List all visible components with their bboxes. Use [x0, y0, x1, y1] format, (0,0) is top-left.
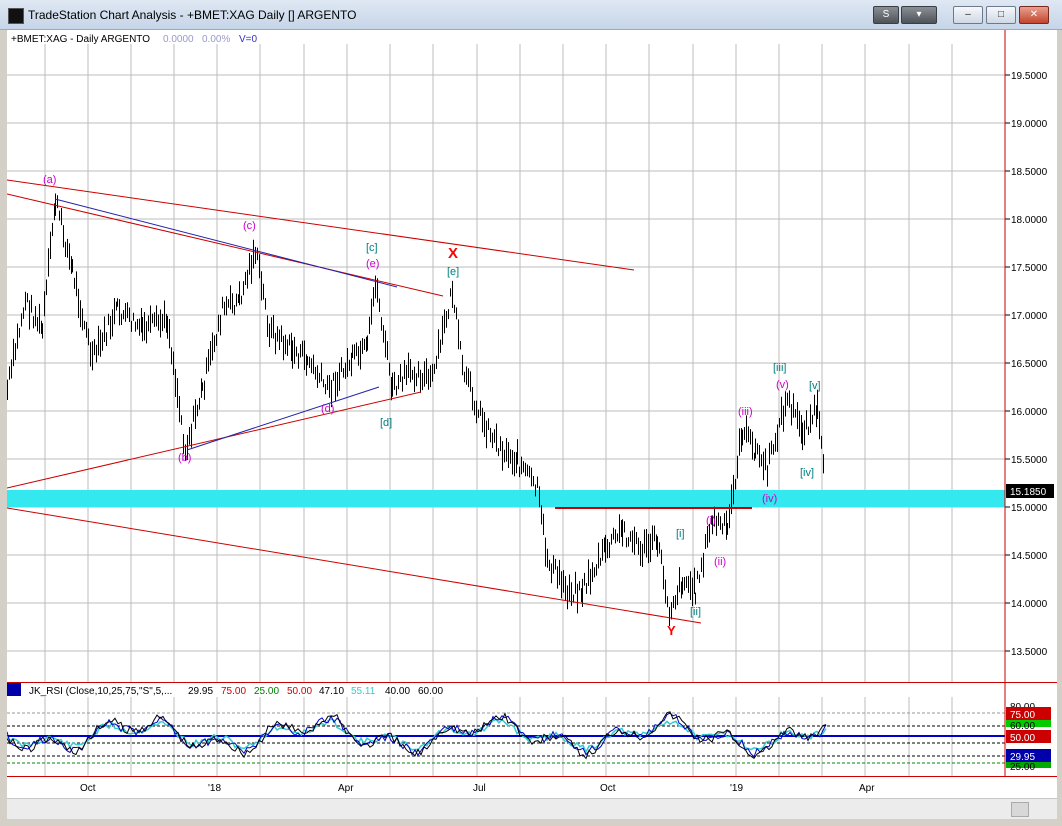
scrollbar-thumb[interactable] [1011, 802, 1029, 817]
wave-label-c: (c) [243, 220, 256, 232]
price-axis: 19.5000 19.0000 18.5000 18.0000 17.5000 17.00… [1011, 71, 1048, 658]
time-label-apr: Apr [338, 783, 354, 794]
price-tick-label: 18.0000 [1011, 215, 1048, 226]
channel-upper-line [6, 179, 635, 271]
time-label-18: '18 [208, 783, 221, 794]
wave-label-ii: (ii) [714, 556, 726, 568]
rsi-value-6: 55.11 [351, 686, 376, 697]
rsi-axis: 80.00 75.00 60.00 50.00 29.95 25.00 [1006, 702, 1051, 773]
rsi-value-5: 47.10 [319, 686, 344, 697]
time-label-19: '19 [730, 783, 743, 794]
wave-label-bracket-iii: [iii] [773, 362, 786, 374]
price-chart[interactable]: (a) (b) (c) (d) (e) [c] [d] [e] X Y [i] … [6, 30, 1057, 682]
rsi-legend-swatch [7, 683, 21, 696]
time-label-jul: Jul [473, 783, 486, 794]
triangle-lower-red-line [6, 391, 422, 489]
rsi-axis-obscured-low: 25.00 [1010, 762, 1035, 773]
rsi-grid [7, 697, 1005, 776]
price-chart-pane[interactable]: (a) (b) (c) (d) (e) [c] [d] [e] X Y [i] … [6, 30, 1057, 683]
price-tick-label: 16.5000 [1011, 359, 1048, 370]
wave-label-b: (b) [178, 452, 191, 464]
price-tick-label: 17.0000 [1011, 311, 1048, 322]
triangle-upper-blue-line [54, 198, 398, 288]
app-icon [8, 8, 24, 24]
chart-symbol: +BMET:XAG - Daily ARGENTO [11, 34, 150, 45]
wave-label-y: Y [667, 623, 676, 638]
maximize-button[interactable]: □ [986, 6, 1016, 24]
rsi-value-4: 50.00 [287, 686, 312, 697]
price-tick-label: 15.5000 [1011, 455, 1048, 466]
rsi-header: JK_RSI (Close,10,25,75,"S",5,... 29.95 7… [29, 686, 443, 697]
price-tick-label: 13.5000 [1011, 647, 1048, 658]
minimize-button[interactable]: – [953, 6, 983, 24]
rsi-value-2: 75.00 [221, 686, 246, 697]
time-label-apr2: Apr [859, 783, 875, 794]
wave-label-v: (v) [776, 379, 789, 391]
title-bar: TradeStation Chart Analysis - +BMET:XAG … [0, 0, 1062, 30]
rsi-badge-top-text: 75.00 [1010, 710, 1035, 721]
chart-pct-change: 0.00% [202, 34, 230, 45]
symbol-link-button[interactable]: S [873, 6, 899, 24]
rsi-badge-mid-text: 50.00 [1010, 733, 1035, 744]
triangle-lower-blue-line [186, 386, 380, 451]
rsi-chart[interactable]: JK_RSI (Close,10,25,75,"S",5,... 29.95 7… [6, 683, 1057, 776]
wave-label-bracket-ii: [ii] [690, 606, 701, 618]
time-label-oct: Oct [80, 783, 96, 794]
wave-label-i: (i) [706, 515, 716, 527]
wave-label-bracket-e: [e] [447, 266, 459, 278]
wave-label-bracket-d: [d] [380, 417, 392, 429]
rsi-value-3: 25.00 [254, 686, 279, 697]
price-tick-label: 14.5000 [1011, 551, 1048, 562]
close-button[interactable]: ✕ [1019, 6, 1049, 24]
wave-label-e: (e) [366, 258, 379, 270]
wave-label-bracket-v: [v] [809, 380, 821, 392]
price-tick-label: 19.0000 [1011, 119, 1048, 130]
price-tick-label: 14.0000 [1011, 599, 1048, 610]
price-tick-label: 15.0000 [1011, 503, 1048, 514]
wave-label-a: (a) [43, 174, 56, 186]
support-band [7, 490, 1005, 507]
last-price-value: 15.1850 [1010, 487, 1047, 498]
wave-label-d: (d) [321, 403, 334, 415]
wave-label-bracket-iv: [iv] [800, 467, 814, 479]
time-label-oct2: Oct [600, 783, 616, 794]
wave-label-bracket-i: [i] [676, 528, 685, 540]
rsi-value-7: 40.00 [385, 686, 410, 697]
window-menu-button[interactable]: ▾ [901, 6, 937, 24]
rsi-value-1: 29.95 [188, 686, 213, 697]
price-tick-label: 18.5000 [1011, 167, 1048, 178]
rsi-name: JK_RSI (Close,10,25,75,"S",5,... [29, 686, 172, 697]
chart-volume: V=0 [239, 34, 258, 45]
price-bars [7, 193, 824, 626]
price-tick-label: 19.5000 [1011, 71, 1048, 82]
price-tick-label: 17.5000 [1011, 263, 1048, 274]
rsi-value-8: 60.00 [418, 686, 443, 697]
wave-label-x: X [448, 245, 458, 262]
wave-label-bracket-c: [c] [366, 242, 378, 254]
price-grid [7, 44, 1010, 682]
rsi-indicator-pane[interactable]: JK_RSI (Close,10,25,75,"S",5,... 29.95 7… [6, 683, 1057, 776]
horizontal-scrollbar[interactable] [7, 798, 1057, 819]
time-axis: Oct '18 Apr Jul Oct '19 Apr [7, 776, 1057, 799]
chart-change: 0.0000 [163, 34, 194, 45]
window-title: TradeStation Chart Analysis - +BMET:XAG … [28, 8, 357, 22]
wave-label-iv: (iv) [762, 493, 777, 505]
price-tick-label: 16.0000 [1011, 407, 1048, 418]
wave-label-iii: (iii) [738, 406, 753, 418]
